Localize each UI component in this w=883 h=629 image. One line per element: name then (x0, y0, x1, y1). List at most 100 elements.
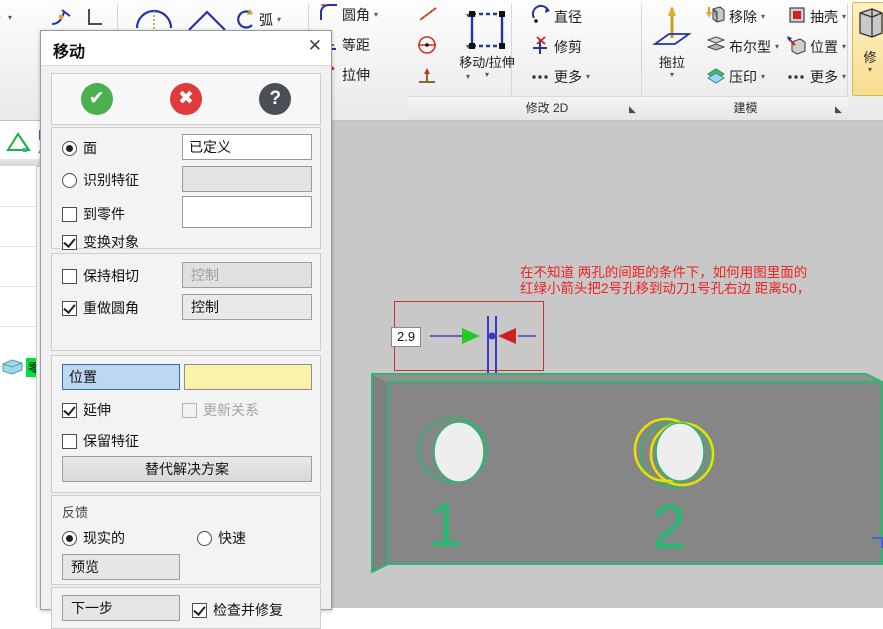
radio-recognize-feature-label: 识别特征 (83, 172, 139, 188)
position-icon (786, 34, 808, 59)
ribbon-item-boolean[interactable]: 布尔型 ▾ (705, 34, 779, 59)
ribbon-item-move-stretch[interactable]: 移动/拉伸 ▾ (454, 4, 520, 79)
checkbox-keep-feature[interactable]: 保留特征 (62, 431, 139, 451)
shell-icon (786, 4, 808, 29)
annotation-line-2: 红绿小箭头把2号孔移到动刀1号孔右边 距离50， (520, 281, 811, 296)
radio-realistic-label: 现实的 (83, 530, 125, 546)
ok-button[interactable]: ✔ (80, 83, 113, 115)
checkbox-redo-fillet[interactable]: 重做圆角 (62, 298, 139, 318)
ribbon-group-modeling: 拖拉 ▾ 移除 ▾ 布尔型 ▾ 压印 ▾ 抽壳 ▾ 位置 ▾ 更多 ▾ 建模 ◣ (643, 0, 848, 120)
ribbon-item-arc[interactable]: 弧 ▾ (235, 6, 281, 33)
checkbox-keep-tangent-indicator (62, 268, 77, 284)
line-dim-icon (416, 4, 442, 27)
to-part-field[interactable] (182, 196, 312, 228)
ribbon-item-position[interactable]: 位置 ▾ (786, 34, 846, 59)
recognize-feature-field[interactable] (182, 166, 312, 192)
dialog-launcher-icon[interactable]: ◣ (832, 103, 845, 116)
annotation-line-1: 在不知道 两孔的间距的条件下，如何用图里面的 (520, 265, 808, 280)
chevron-down-icon[interactable]: ▾ (643, 70, 701, 79)
ribbon-item-modify-3d[interactable]: 修 ▾ (852, 2, 883, 96)
chevron-down-icon[interactable]: ▾ (374, 10, 378, 19)
trim-icon (530, 34, 552, 59)
ribbon-item-more-2d[interactable]: 更多 ▾ (530, 64, 590, 89)
coord-sketch-icon[interactable] (4, 124, 34, 162)
dialog-launcher-icon[interactable]: ◣ (626, 103, 639, 116)
chevron-down-icon[interactable]: ▾ (842, 72, 846, 81)
chevron-down-icon[interactable]: ▾ (454, 70, 520, 79)
panel-position-group: 位置 延伸 更新关系 保留特征 替代解决方案 (51, 355, 321, 493)
position-label-field[interactable]: 位置 (62, 364, 180, 390)
checkbox-to-part[interactable]: 到零件 (62, 204, 125, 224)
chevron-down-icon[interactable]: ▾ (853, 65, 883, 74)
panel-title-bar: 移动 ✕ (41, 31, 331, 66)
panel-selection-group: 面 已定义 识别特征 到零件 变换对象 (51, 127, 321, 252)
sidebar-item-part[interactable]: 零 (0, 356, 36, 379)
dimension-value-box[interactable]: 2.9 (391, 327, 422, 347)
ribbon-item-plane[interactable]: ▾ (0, 8, 12, 27)
radio-fast-indicator (197, 530, 212, 546)
radio-face[interactable]: 面 (62, 138, 97, 158)
ribbon-item-more-modeling[interactable]: 更多 ▾ (786, 64, 846, 89)
page-title: 移动 (53, 44, 86, 61)
ribbon-item-remove[interactable]: 移除 ▾ (705, 4, 765, 29)
drag-pull-icon (643, 4, 701, 56)
help-button[interactable]: ? (259, 83, 292, 115)
ribbon-item-diameter[interactable]: 直径 (530, 4, 582, 29)
chevron-down-icon[interactable]: ▾ (8, 13, 12, 22)
redo-fillet-control-button[interactable]: 控制 (182, 294, 312, 320)
ribbon-group-modify-3d: 修 ▾ (852, 0, 883, 120)
radio-fast[interactable]: 快速 (197, 528, 246, 548)
preview-button[interactable]: 预览 (62, 554, 180, 580)
panel-footer-group: 下一步 检查并修复 (51, 587, 321, 629)
model-canvas[interactable]: 在不知道 两孔的间距的条件下，如何用图里面的 红绿小箭头把2号孔移到动刀1号孔右… (330, 166, 883, 608)
chevron-down-icon[interactable]: ▾ (761, 12, 765, 21)
chevron-down-icon[interactable]: ▾ (277, 15, 281, 24)
radio-realistic[interactable]: 现实的 (62, 528, 125, 548)
checkbox-to-part-indicator (62, 206, 77, 222)
ribbon-item-fillet[interactable]: 圆角 ▾ (318, 2, 378, 27)
chevron-down-icon[interactable]: ▾ (586, 72, 590, 81)
cancel-button[interactable]: ✖ (169, 83, 202, 115)
checkbox-extend-label: 延伸 (83, 402, 111, 418)
next-button[interactable]: 下一步 (62, 595, 180, 621)
face-value-field[interactable]: 已定义 (182, 134, 312, 160)
ribbon-item-imprint[interactable]: 压印 ▾ (705, 64, 765, 89)
chevron-down-icon[interactable]: ▾ (842, 12, 846, 21)
chevron-down-icon[interactable]: ▾ (775, 42, 779, 51)
checkbox-update-relation: 更新关系 (182, 400, 259, 420)
ribbon-group-label-modeling: 建模 ◣ (643, 96, 848, 120)
chevron-down-icon[interactable]: ▾ (842, 42, 846, 51)
radio-recognize-feature[interactable]: 识别特征 (62, 170, 139, 190)
move-dialog-panel[interactable]: 移动 ✕ ✔ ✖ ? 面 已定义 识别特征 到零件 变换对象 保持相切 控制 重… (40, 30, 332, 629)
ribbon-item-drag-pull[interactable]: 拖拉 ▾ (643, 4, 701, 79)
checkbox-keep-tangent-label: 保持相切 (83, 268, 139, 284)
checkbox-extend-indicator (62, 402, 77, 418)
checkbox-transform-object[interactable]: 变换对象 (62, 232, 139, 252)
checkbox-update-relation-label: 更新关系 (203, 402, 259, 418)
bottom-marker-icon (872, 537, 883, 548)
position-value-field[interactable] (184, 364, 312, 390)
fillet-icon (318, 2, 340, 27)
ribbon-item-shell[interactable]: 抽壳 ▾ (786, 4, 846, 29)
checkbox-redo-fillet-label: 重做圆角 (83, 300, 139, 316)
ribbon-group-label-modify-2d: 修改 2D ◣ (452, 96, 642, 120)
alt-solution-button[interactable]: 替代解决方案 (62, 456, 312, 482)
modify-box-icon (853, 3, 883, 51)
checkbox-transform-object-indicator (62, 234, 77, 250)
checkbox-extend[interactable]: 延伸 (62, 400, 111, 420)
hole-1-bore (433, 421, 485, 483)
checkbox-check-repair[interactable]: 检查并修复 (192, 600, 283, 620)
feedback-header: 反馈 (62, 505, 89, 520)
checkbox-update-relation-indicator (182, 402, 197, 418)
radio-face-label: 面 (83, 140, 97, 156)
feature-tree-pane[interactable]: 零 (0, 166, 37, 608)
ribbon-item-trim[interactable]: 修剪 (530, 34, 582, 59)
boolean-icon (705, 34, 727, 59)
close-icon[interactable]: ✕ (308, 36, 322, 56)
checkbox-keep-tangent[interactable]: 保持相切 (62, 266, 139, 286)
ribbon-group-modify-2d: 移动/拉伸 ▾ 直径 修剪 更多 ▾ 修改 2D ◣ (452, 0, 642, 120)
model-plate[interactable]: 1 2 (370, 366, 883, 608)
move-stretch-icon (454, 4, 520, 56)
chevron-down-icon[interactable]: ▾ (761, 72, 765, 81)
imprint-icon (705, 64, 727, 89)
